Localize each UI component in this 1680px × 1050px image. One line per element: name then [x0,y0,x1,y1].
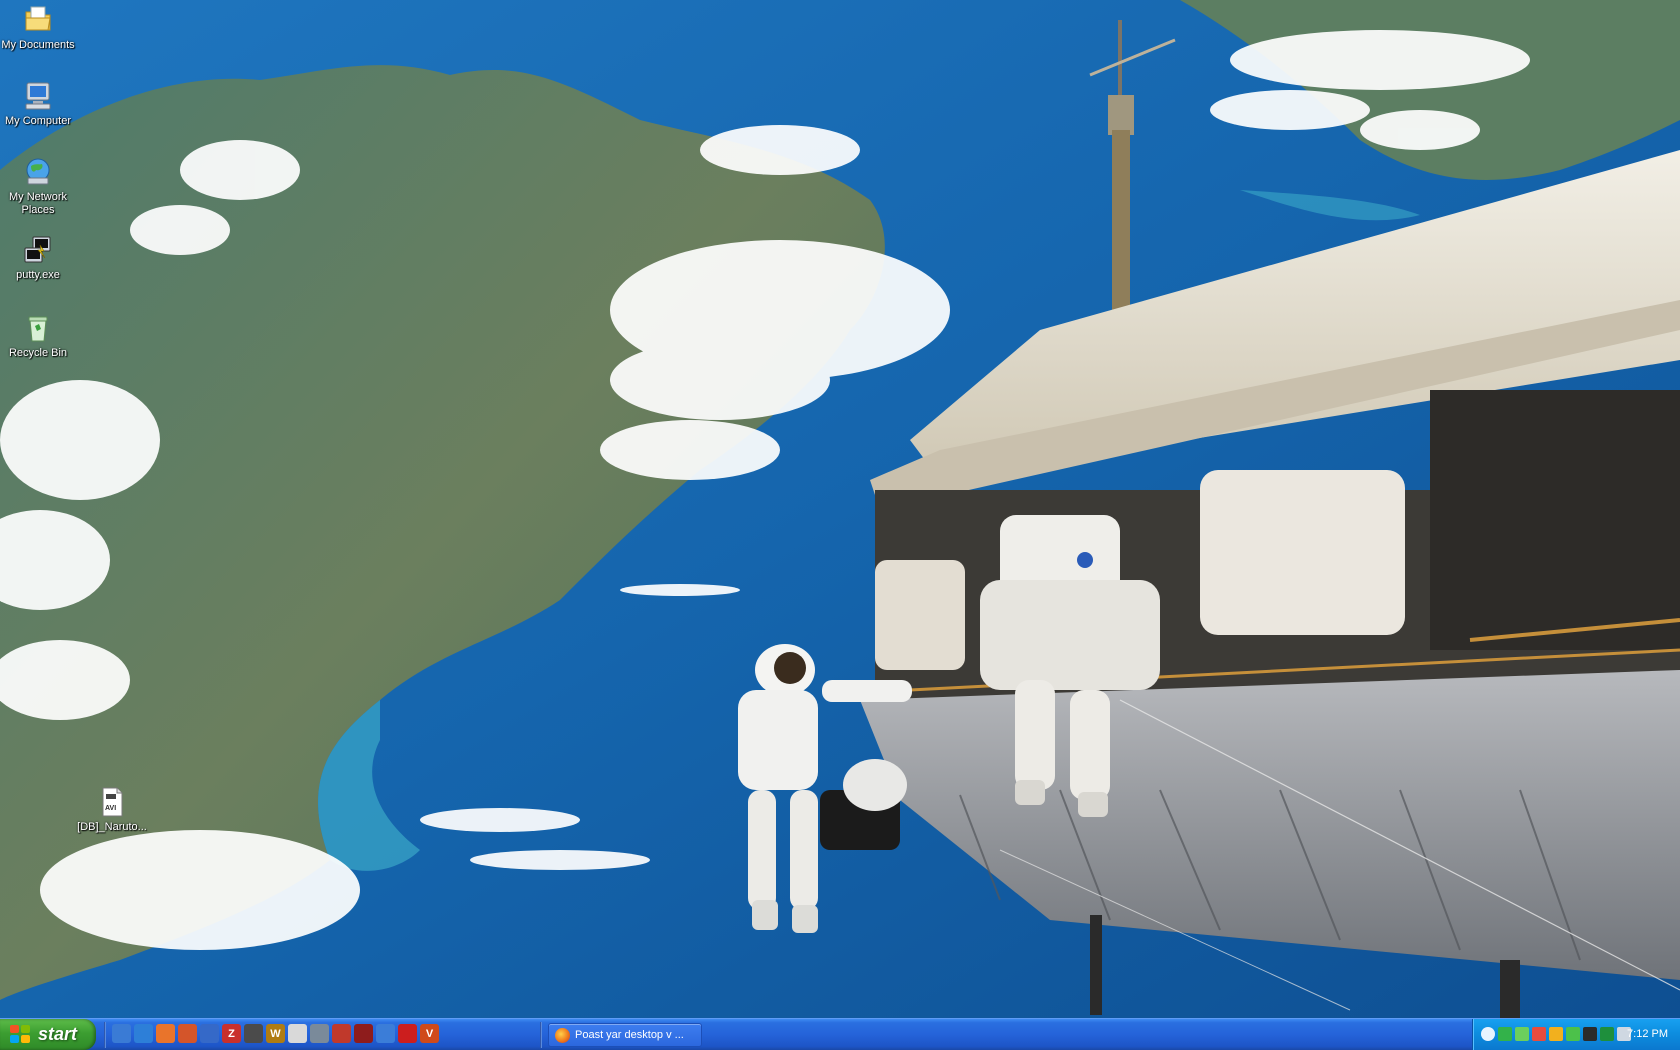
desktop-icon-label: My Documents [1,39,75,51]
desktop-icon-putty[interactable]: putty.exe [0,234,76,282]
taskbar-separator [540,1022,542,1048]
taskbar-button-label: Poast yar desktop v ... [575,1029,684,1041]
desktop-icon-my-documents[interactable]: My Documents [0,4,76,52]
quick-launch-bar: ZWV [112,1024,439,1046]
camera-icon[interactable] [310,1024,329,1043]
desktop-icon-recycle-bin[interactable]: Recycle Bin [0,312,76,360]
notepad-icon[interactable] [288,1024,307,1043]
computer-icon [22,80,54,112]
internet-explorer-icon[interactable] [134,1024,153,1043]
user-status-icon[interactable] [1566,1027,1580,1041]
desktop-icon-naruto-video[interactable]: AVI [DB]_Naruto... [74,786,150,834]
folder-documents-icon [22,4,54,36]
firefox-icon[interactable] [156,1024,175,1043]
winamp-icon[interactable]: W [266,1024,285,1043]
arrow-app-icon[interactable] [332,1024,351,1043]
calculator-icon[interactable] [244,1024,263,1043]
start-label: start [38,1024,78,1044]
firefox-icon [555,1027,570,1043]
taskbar: start Z W V Poast yar desktop v ... 7:12 P… [0,1018,1680,1050]
desktop-wallpaper [0,0,1680,1018]
show-desktop-icon[interactable] [112,1024,131,1043]
color-app-icon[interactable] [1600,1027,1614,1041]
z-app-icon[interactable]: Z [222,1024,241,1043]
game-app-icon[interactable] [354,1024,373,1043]
display-icon[interactable] [1583,1027,1597,1041]
network-activity-icon[interactable] [1515,1027,1529,1041]
windows-flag-icon [10,1024,32,1045]
desktop-icon-label: My Computer [4,115,72,127]
desktop-icon-my-computer[interactable]: My Computer [0,80,76,128]
security-icon[interactable] [1532,1027,1546,1041]
network-tool-icon[interactable] [376,1024,395,1043]
recycle-bin-icon [22,312,54,344]
clock[interactable]: 7:12 PM [1627,1028,1668,1040]
putty-icon [22,234,54,266]
desktop-icon-label: putty.exe [16,269,60,281]
network-places-icon [22,156,54,188]
tray-icons [1481,1027,1631,1041]
opera-icon[interactable] [398,1024,417,1043]
desktop-icon-label: [DB]_Naruto... [77,821,147,833]
desktop-icon-my-network-places[interactable]: My Network Places [0,156,76,217]
messenger-icon[interactable] [1498,1027,1512,1041]
start-button[interactable]: start [0,1019,96,1050]
taskbar-button-firefox[interactable]: Poast yar desktop v ... [548,1023,702,1047]
avi-video-file-icon: AVI [96,786,128,818]
avi-badge: AVI [105,805,116,812]
desktop-icon-label: Recycle Bin [8,347,68,359]
system-tray: 7:12 PM [1472,1019,1680,1050]
tray-collapse-icon[interactable] [1481,1027,1495,1041]
taskbar-separator [104,1022,106,1048]
desktop-icon-label: My Network Places [8,191,68,216]
media-player-icon[interactable] [200,1024,219,1043]
vlc-app-icon[interactable]: V [420,1024,439,1043]
mail-icon[interactable] [1549,1027,1563,1041]
firefox-alt-icon[interactable] [178,1024,197,1043]
